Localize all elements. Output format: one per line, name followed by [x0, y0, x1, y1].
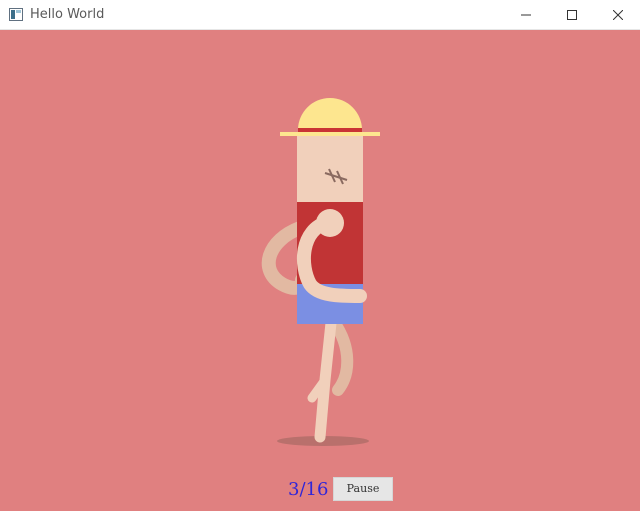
close-icon: [613, 10, 623, 20]
walking-character: [261, 98, 380, 446]
frame-counter: 3/16: [288, 479, 329, 500]
minimize-icon: [521, 14, 531, 16]
maximize-button[interactable]: [549, 0, 595, 30]
shoulder: [316, 209, 344, 237]
maximize-icon: [567, 10, 577, 20]
hat-crown: [298, 98, 362, 130]
minimize-button[interactable]: [503, 0, 549, 30]
close-button[interactable]: [595, 0, 640, 30]
back-leg: [328, 316, 354, 396]
pause-button[interactable]: Pause: [333, 477, 393, 501]
animation-canvas: 3/16 Pause: [0, 30, 640, 511]
window-title: Hello World: [30, 7, 105, 22]
title-bar[interactable]: Hello World: [0, 0, 640, 30]
head: [297, 132, 363, 202]
hat-brim: [280, 132, 380, 136]
app-icon: [9, 8, 23, 21]
app-window: Hello World 3/16 Pause: [0, 0, 640, 511]
hat-band: [298, 128, 362, 132]
